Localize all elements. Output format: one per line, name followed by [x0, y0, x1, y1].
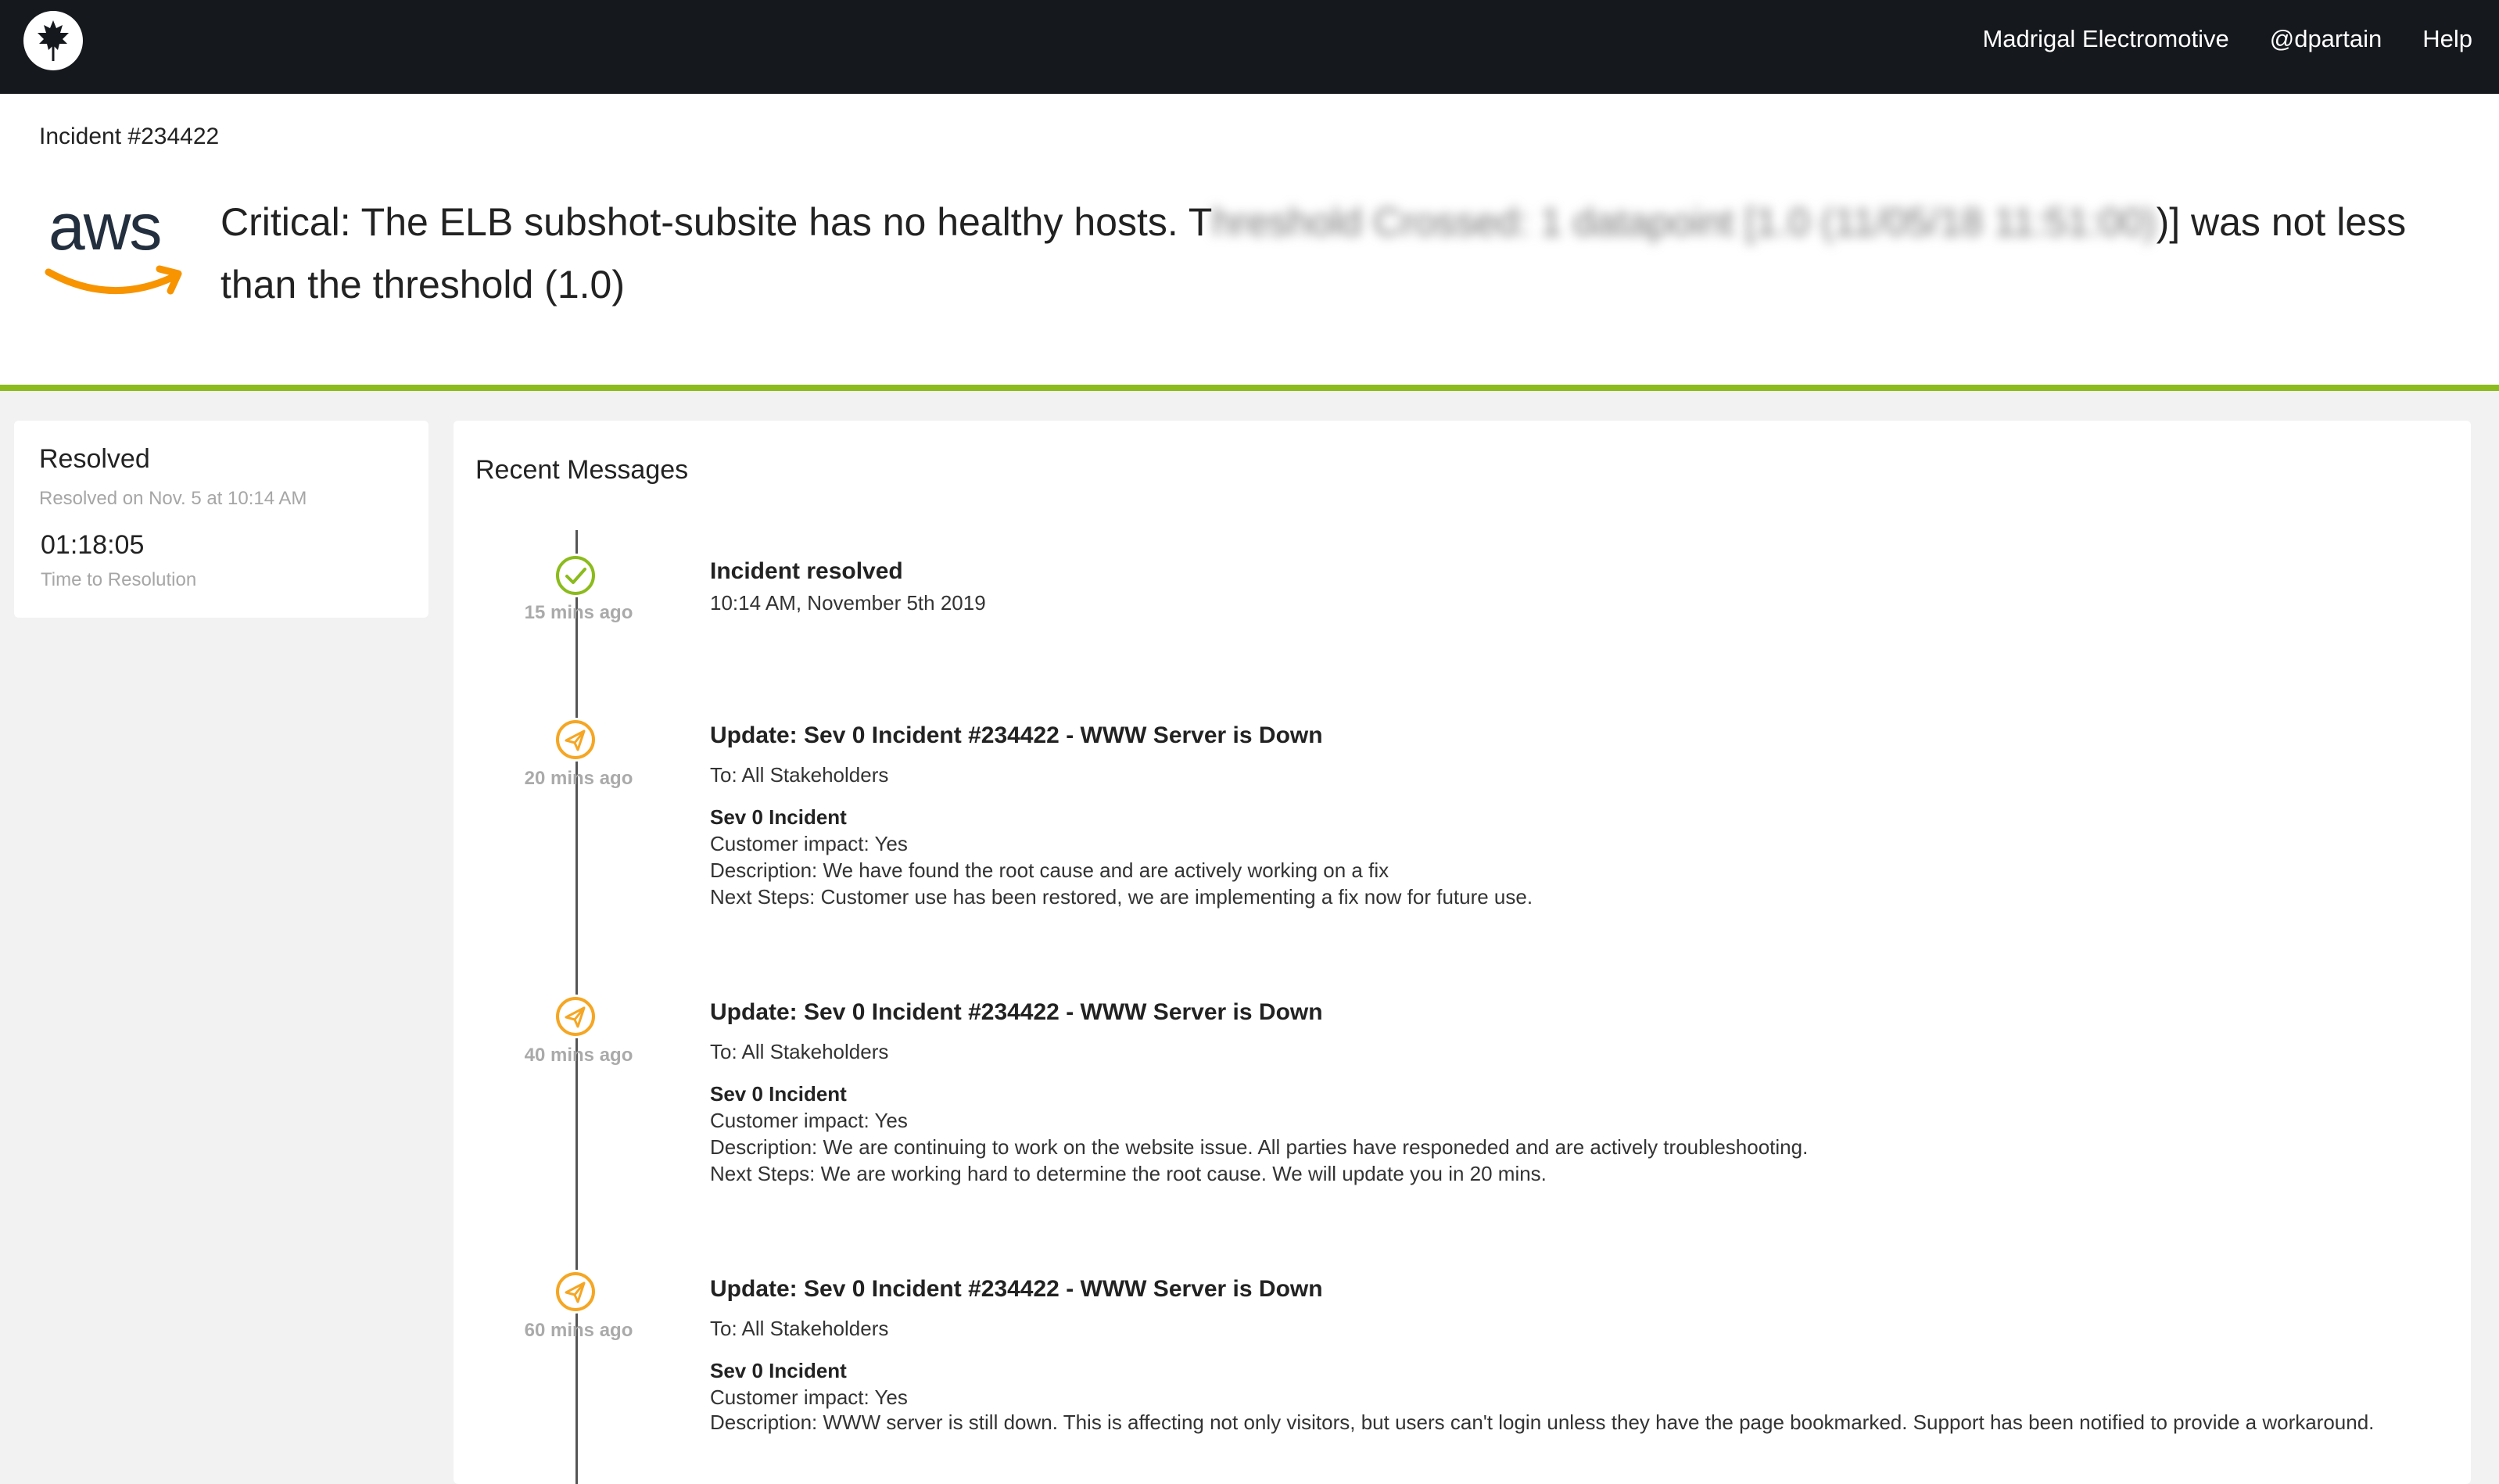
- entry-time-ago: 40 mins ago: [524, 1045, 633, 1066]
- leaf-logo-icon: [38, 20, 69, 61]
- entry-time-ago: 60 mins ago: [524, 1320, 633, 1341]
- entry-severity: Sev 0 Incident: [710, 805, 847, 829]
- status-title: Resolved: [39, 444, 150, 474]
- entry-timestamp: 10:14 AM, November 5th 2019: [710, 591, 986, 615]
- org-menu-link[interactable]: Madrigal Electromotive: [1982, 25, 2228, 53]
- recent-messages-panel: Recent Messages 15 mins ago Incident res…: [454, 421, 2471, 1484]
- entry-title[interactable]: Incident resolved: [710, 558, 903, 585]
- entry-recipients: To: All Stakeholders: [710, 1317, 889, 1340]
- entry-title[interactable]: Update: Sev 0 Incident #234422 - WWW Ser…: [710, 1276, 1323, 1303]
- top-nav-bar: Madrigal Electromotive @dpartain Help: [0, 0, 2499, 94]
- entry-impact: Customer impact: Yes: [710, 832, 908, 855]
- entry-impact: Customer impact: Yes: [710, 1109, 908, 1132]
- incident-header: Incident #234422 aws Critical: The ELB s…: [0, 94, 2499, 391]
- entry-next-steps: Next Steps: Customer use has been restor…: [710, 885, 1533, 909]
- recent-messages-title: Recent Messages: [475, 455, 689, 485]
- aws-logo-text: aws: [48, 190, 162, 263]
- incident-headline: Critical: The ELB subshot-subsite has no…: [220, 191, 2465, 316]
- aws-logo: aws: [44, 190, 186, 306]
- entry-description: Description: We have found the root caus…: [710, 858, 1389, 882]
- time-to-resolution-value: 01:18:05: [41, 530, 145, 560]
- aws-smile-icon: [45, 265, 182, 295]
- entry-time-ago: 15 mins ago: [524, 602, 633, 623]
- entry-description: Description: We are continuing to work o…: [710, 1135, 1809, 1159]
- resolution-status-card: Resolved Resolved on Nov. 5 at 10:14 AM …: [14, 421, 428, 618]
- paper-plane-icon: [554, 995, 597, 1038]
- help-link[interactable]: Help: [2422, 25, 2472, 53]
- entry-severity: Sev 0 Incident: [710, 1082, 847, 1106]
- entry-next-steps: Next Steps: We are working hard to deter…: [710, 1162, 1547, 1185]
- resolved-on-text: Resolved on Nov. 5 at 10:14 AM: [39, 488, 307, 509]
- entry-description: Description: WWW server is still down. T…: [710, 1411, 2375, 1434]
- check-circle-icon: [554, 554, 597, 597]
- entry-severity: Sev 0 Incident: [710, 1359, 847, 1382]
- app-logo[interactable]: [23, 11, 83, 70]
- entry-recipients: To: All Stakeholders: [710, 1040, 889, 1063]
- time-to-resolution-label: Time to Resolution: [41, 569, 197, 590]
- user-menu-link[interactable]: @dpartain: [2270, 25, 2382, 53]
- top-nav-links: Madrigal Electromotive @dpartain Help: [1982, 0, 2472, 78]
- headline-redacted: hreshold Crossed: 1 datapoint [1.0 (11/0…: [1212, 200, 2157, 244]
- headline-start: Critical: The ELB subshot-subsite has no…: [220, 200, 1213, 244]
- entry-impact: Customer impact: Yes: [710, 1385, 908, 1409]
- incident-id: Incident #234422: [39, 124, 220, 149]
- entry-recipients: To: All Stakeholders: [710, 763, 889, 787]
- entry-time-ago: 20 mins ago: [524, 768, 633, 789]
- entry-title[interactable]: Update: Sev 0 Incident #234422 - WWW Ser…: [710, 999, 1323, 1026]
- paper-plane-icon: [554, 1270, 597, 1314]
- entry-title[interactable]: Update: Sev 0 Incident #234422 - WWW Ser…: [710, 722, 1323, 749]
- paper-plane-icon: [554, 718, 597, 762]
